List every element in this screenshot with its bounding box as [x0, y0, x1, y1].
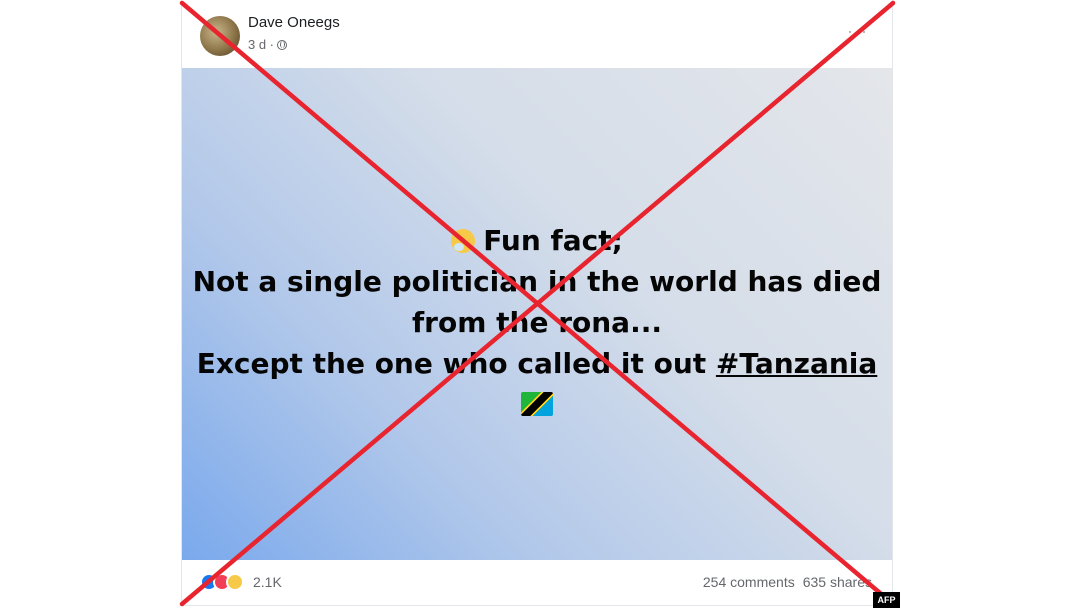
globe-icon	[277, 39, 288, 50]
post-text-line-2: Not a single politician in the world has…	[192, 265, 882, 298]
post-timestamp[interactable]: 3 d ·	[248, 37, 274, 52]
more-options-icon[interactable]: ···	[847, 22, 868, 40]
post-header: Dave Oneegs 3 d · ···	[182, 0, 892, 68]
afp-watermark: AFP	[873, 592, 900, 608]
post-text-except: Except the one who called it out	[196, 347, 716, 380]
comments-count[interactable]: 254 comments	[703, 574, 795, 590]
thinking-face-emoji-icon	[451, 229, 476, 253]
post-text-fun-fact: Fun fact;	[483, 224, 623, 257]
post-text-line-1: Fun fact;	[193, 220, 882, 261]
engagement-stats: 254 comments 635 shares	[703, 574, 872, 590]
sad-icon	[226, 573, 244, 591]
post-text: Fun fact; Not a single politician in the…	[193, 220, 882, 384]
post-meta: 3 d ·	[248, 37, 288, 52]
author-avatar[interactable]	[200, 16, 240, 56]
reactions-summary[interactable]: 2.1K	[200, 573, 282, 591]
post-footer: 2.1K 254 comments 635 shares	[182, 560, 892, 606]
author-name[interactable]: Dave Oneegs	[248, 14, 340, 31]
hashtag-link[interactable]: #Tanzania	[716, 347, 877, 380]
post-background: Fun fact; Not a single politician in the…	[182, 68, 892, 560]
post-text-line-4: Except the one who called it out #Tanzan…	[193, 343, 882, 384]
post-text-line-3: from the rona...	[412, 306, 662, 339]
shares-count[interactable]: 635 shares	[803, 574, 872, 590]
reaction-count[interactable]: 2.1K	[253, 574, 282, 590]
facebook-post-card: Dave Oneegs 3 d · ··· Fun fact; Not a si…	[181, 0, 893, 606]
tanzania-flag-icon	[521, 392, 553, 416]
